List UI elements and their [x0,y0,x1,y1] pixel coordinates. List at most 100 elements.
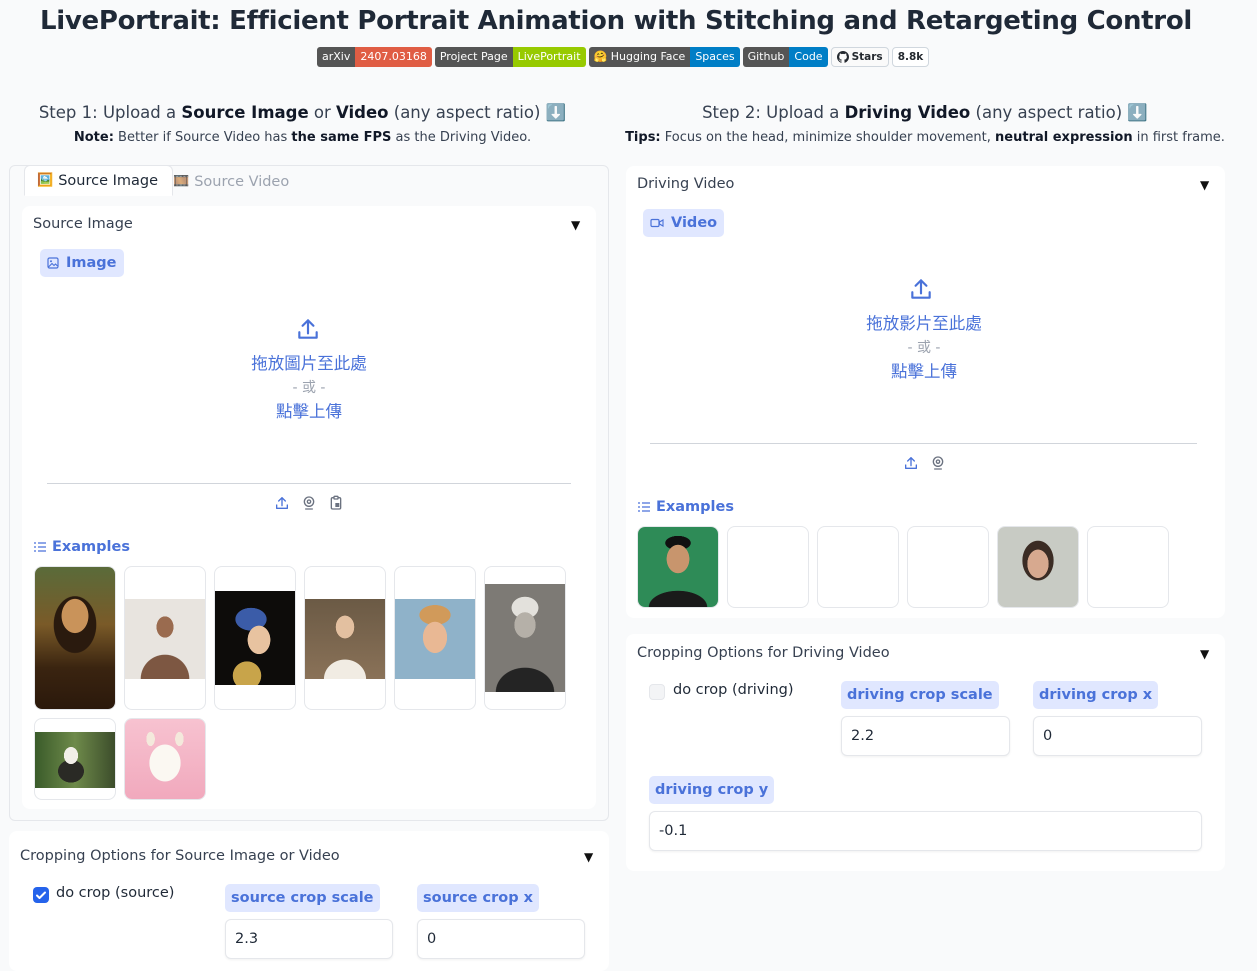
do-crop-driving-checkbox[interactable] [649,684,665,700]
do-crop-source-label: do crop (source) [56,885,175,901]
step1-heading: Step 1: Upload a Source Image or Video (… [0,103,605,123]
crop-driving-card: Cropping Options for Driving Video ▼ do … [626,634,1225,871]
badge-label: 🤗 Hugging Face [588,47,691,67]
example-thumb-alpaca[interactable] [124,718,206,800]
examples-text: Examples [656,499,734,515]
click-upload-text: 點擊上傳 [276,402,342,421]
webcam-icon[interactable] [930,455,946,471]
image-icon [47,257,59,269]
driving-crop-x-label: driving crop x [1033,681,1159,709]
example-video-man[interactable] [637,526,719,608]
video-icon [650,218,664,228]
tab-source-image[interactable]: 🖼️ Source Image [24,165,174,196]
upload-icon [911,279,931,299]
thumb-image [638,527,718,607]
drop-text: 拖放圖片至此處 [251,354,367,373]
example-thumb-pearl-earring[interactable] [214,566,296,710]
step2-suffix: (any aspect ratio) ⬇️ [970,103,1148,122]
or-text: - 或 - [292,380,326,396]
example-video-empty-2[interactable] [817,526,899,608]
example-video-woman[interactable] [997,526,1079,608]
driving-crop-y-label: driving crop y [649,776,775,804]
source-crop-x-input[interactable]: 0 [417,919,585,959]
note-text-b: the same FPS [291,130,392,145]
or-text: - 或 - [907,340,941,356]
thumb-image [35,732,115,788]
github-stars-button[interactable]: Stars [830,47,889,67]
video-chip: Video [643,209,725,237]
upload-small-icon[interactable] [274,495,290,511]
driving-crop-scale-label: driving crop scale [841,681,999,709]
source-examples-label: Examples [34,539,130,555]
example-thumb-terracotta[interactable] [124,566,206,710]
example-video-empty-1[interactable] [727,526,809,608]
do-crop-driving-label: do crop (driving) [673,682,794,698]
badge-value: Code [789,47,828,67]
step2-prefix: Step 2: Upload a [702,103,845,122]
image-dropzone[interactable]: 拖放圖片至此處 - 或 - 點擊上傳 [32,286,586,476]
step2-heading: Step 2: Upload a Driving Video (any aspe… [625,103,1225,123]
driving-video-block: Driving Video ▼ Video 拖放影片至此處 - 或 - 點擊上傳… [626,166,1225,618]
collapse-caret-icon[interactable]: ▼ [571,218,580,232]
badge-label: arXiv [317,47,356,67]
driving-examples-label: Examples [638,499,734,515]
driving-crop-scale-input[interactable]: 2.2 [841,716,1010,756]
tab-label: Source Image [58,172,159,189]
collapse-caret-icon[interactable]: ▼ [1200,647,1209,661]
badge-hugging-face[interactable]: 🤗 Hugging Face Spaces [588,47,740,67]
image-chip-label: Image [66,255,117,271]
clipboard-icon[interactable] [328,495,344,511]
badge-value: 2407.03168 [355,47,432,67]
dropzone-text: 拖放圖片至此處 - 或 - 點擊上傳 [32,352,586,424]
step1-mid: or [308,103,337,122]
upload-icon [298,319,318,339]
example-thumb-girl-painting[interactable] [304,566,386,710]
step1-bold-video: Video [336,103,389,122]
upload-small-icon[interactable] [903,455,919,471]
crop-source-header: Cropping Options for Source Image or Vid… [20,848,340,864]
driving-crop-x-input[interactable]: 0 [1033,716,1202,756]
examples-text: Examples [52,539,130,555]
example-thumb-cartoon-boy[interactable] [394,566,476,710]
example-video-empty-3[interactable] [907,526,989,608]
driving-crop-y-input[interactable]: -0.1 [649,811,1202,851]
webcam-icon[interactable] [301,495,317,511]
do-crop-source-checkbox[interactable] [33,887,49,903]
step2-tips: Tips: Focus on the head, minimize should… [625,130,1225,145]
badge-value: Spaces [690,47,740,67]
badge-github[interactable]: Github Code [742,47,828,67]
note-label: Note: [73,130,114,145]
badge-project-page[interactable]: Project Page LivePortrait [434,47,586,67]
example-thumb-mona-lisa[interactable] [34,566,116,710]
example-thumb-einstein[interactable] [484,566,566,710]
source-crop-scale-input[interactable]: 2.3 [225,919,393,959]
divider [47,483,571,484]
tab-source-video[interactable]: 🎞️ Source Video [173,166,289,197]
example-thumb-monkey[interactable] [34,718,116,800]
page-title: LivePortrait: Efficient Portrait Animati… [39,6,1193,36]
video-dropzone[interactable]: 拖放影片至此處 - 或 - 點擊上傳 [636,246,1215,436]
step1-suffix: (any aspect ratio) ⬇️ [388,103,567,122]
stars-label: Stars [851,51,883,63]
click-upload-text: 點擊上傳 [891,362,957,381]
step1-prefix: Step 1: Upload a [38,103,182,122]
badge-arxiv[interactable]: arXiv 2407.03168 [317,47,432,67]
source-image-block: Source Image ▼ Image 拖放圖片至此處 - 或 - 點擊上傳 … [22,206,596,809]
tips-text-a: Focus on the head, minimize shoulder mov… [660,130,996,145]
tips-text-b: neutral expression [995,130,1133,145]
list-icon [34,542,46,552]
stars-count[interactable]: 8.8k [891,47,930,67]
example-video-empty-4[interactable] [1087,526,1169,608]
film-icon: 🎞️ [173,174,190,189]
source-image-header: Source Image [33,216,133,232]
step1-bold-source-image: Source Image [181,103,309,122]
crop-driving-header: Cropping Options for Driving Video [637,645,890,661]
crop-source-card: Cropping Options for Source Image or Vid… [9,831,609,971]
collapse-caret-icon[interactable]: ▼ [1200,178,1209,192]
driving-video-header: Driving Video [637,176,735,192]
checkmark-icon [36,891,46,899]
collapse-caret-icon[interactable]: ▼ [584,850,593,864]
tab-label: Source Video [194,173,290,190]
thumb-image [125,719,205,799]
drop-text: 拖放影片至此處 [866,314,982,333]
